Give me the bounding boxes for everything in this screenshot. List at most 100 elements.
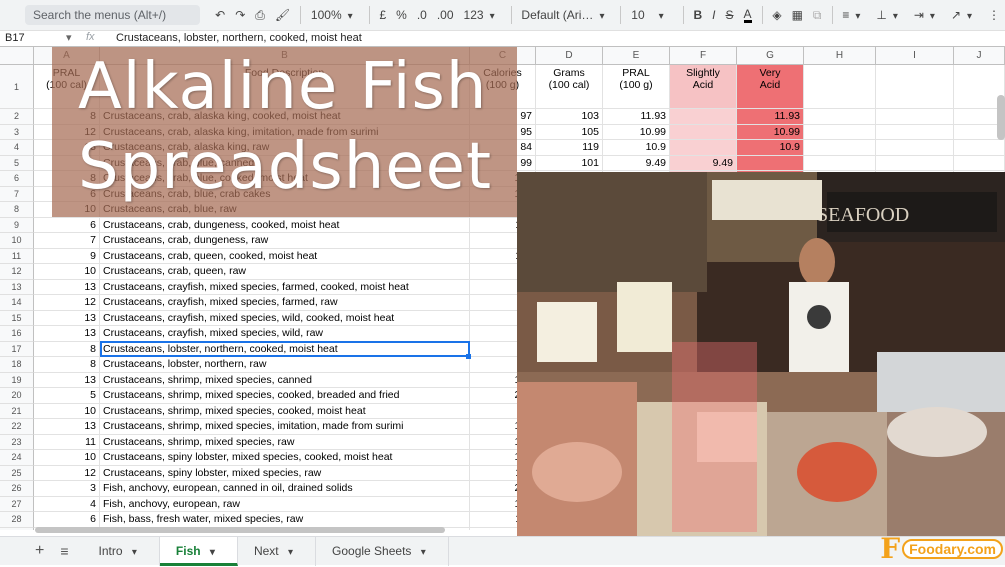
more-formats-button[interactable]: 123 ▾ [464,8,501,22]
cell-e[interactable]: 11.93 [603,109,670,125]
cell-b[interactable]: Fish, bass, fresh water, mixed species, … [100,512,470,528]
cell-b[interactable]: Crustaceans, shrimp, mixed species, raw [100,434,470,450]
increase-decimal-button[interactable]: .00 [437,8,454,22]
cell-b[interactable]: Crustaceans, crayfish, mixed species, fa… [100,295,470,311]
italic-button[interactable]: I [712,8,715,22]
cell-f[interactable] [670,109,737,125]
cell-d[interactable]: 119 [536,140,603,156]
row-header[interactable]: 20 [0,388,34,404]
name-box-dropdown-icon[interactable]: ▾ [66,31,72,44]
tab-fish[interactable]: Fish ▾ [159,536,238,566]
cell-g[interactable]: 10.9 [737,140,804,156]
column-header-G[interactable]: G [737,47,804,65]
cell-f[interactable]: 9.49 [670,155,737,171]
cell-a[interactable]: 6 [34,512,100,528]
cell-a[interactable]: 8 [34,357,100,373]
cell-b[interactable]: Crustaceans, crab, dungeness, cooked, mo… [100,217,470,233]
print-icon[interactable]: ⎙ [255,8,265,23]
cell-a[interactable]: 11 [34,434,100,450]
cell-e[interactable]: 9.49 [603,155,670,171]
row-header[interactable]: 19 [0,372,34,388]
cell-j[interactable] [954,155,1005,171]
cell-b[interactable]: Crustaceans, crayfish, mixed species, wi… [100,310,470,326]
horizontal-scrollbar[interactable] [35,527,445,533]
cell-b[interactable]: Fish, anchovy, european, canned in oil, … [100,481,470,497]
zoom-select[interactable]: 100% ▾ [311,8,359,22]
tab-next[interactable]: Next ▾ [238,536,317,566]
header-cell-g[interactable]: Very Acid [737,65,804,109]
cell-g[interactable]: 11.93 [737,109,804,125]
column-header-E[interactable]: E [603,47,670,65]
cell-a[interactable]: 13 [34,326,100,342]
cell-i[interactable] [876,155,954,171]
tab-intro[interactable]: Intro ▾ [83,536,160,566]
redo-icon[interactable]: ↷ [235,8,245,22]
cell-h[interactable] [804,155,876,171]
cell-b[interactable]: Crustaceans, crab, queen, cooked, moist … [100,248,470,264]
name-box[interactable]: B17 [5,32,75,44]
text-rotation-icon[interactable]: ↗ ▾ [951,8,978,22]
cell-i[interactable] [876,109,954,125]
row-header[interactable]: 26 [0,481,34,497]
cell-b[interactable]: Crustaceans, spiny lobster, mixed specie… [100,465,470,481]
cell-h[interactable] [804,109,876,125]
row-header[interactable]: 29 [0,527,34,530]
all-sheets-icon[interactable]: ≡ [60,543,68,559]
cell-i[interactable] [876,124,954,140]
cell-d[interactable]: 105 [536,124,603,140]
cell-a[interactable]: 7 [34,233,100,249]
row-header[interactable]: 24 [0,450,34,466]
paint-format-icon[interactable]: 🖌 [275,8,290,22]
cell-b[interactable]: Crustaceans, crayfish, mixed species, fa… [100,279,470,295]
font-size-select[interactable]: 10 ▾ [631,8,669,22]
cell-h[interactable] [804,140,876,156]
percent-button[interactable]: % [396,8,407,22]
row-header[interactable]: 25 [0,465,34,481]
bold-button[interactable]: B [693,8,702,22]
fill-handle[interactable] [466,354,471,359]
cell-g[interactable] [737,155,804,171]
cell-a[interactable]: 3 [34,481,100,497]
row-header[interactable]: 18 [0,357,34,373]
cell-a[interactable]: 4 [34,496,100,512]
cell-b[interactable]: Crustaceans, crab, dungeness, raw [100,233,470,249]
vertical-scrollbar[interactable] [997,95,1005,140]
cell-a[interactable]: 9 [34,248,100,264]
cell-b[interactable]: Crustaceans, crab, queen, raw [100,264,470,280]
cell-a[interactable]: 13 [34,419,100,435]
cell-b[interactable]: Crustaceans, lobster, northern, raw [100,357,470,373]
row-header[interactable]: 17 [0,341,34,357]
text-wrap-icon[interactable]: ⇥ ▾ [914,8,941,22]
row-header[interactable]: 1 [0,65,34,109]
decrease-decimal-button[interactable]: .0 [417,8,427,22]
cell-a[interactable]: 6 [34,217,100,233]
column-header-F[interactable]: F [670,47,737,65]
cell-a[interactable]: 13 [34,279,100,295]
cell-g[interactable]: 10.99 [737,124,804,140]
menu-search-input[interactable]: Search the menus (Alt+/) [25,5,201,25]
cell-e[interactable]: 10.9 [603,140,670,156]
column-header-J[interactable]: J [954,47,1005,65]
cell-j[interactable] [954,140,1005,156]
row-header[interactable]: 27 [0,496,34,512]
select-all-corner[interactable] [0,47,34,65]
cell-b[interactable]: Crustaceans, shrimp, mixed species, cann… [100,372,470,388]
cell-b[interactable]: Crustaceans, crayfish, mixed species, wi… [100,326,470,342]
text-color-button[interactable]: A [743,8,752,23]
cell-b[interactable]: Fish, anchovy, european, raw [100,496,470,512]
fill-color-icon[interactable]: ◈ [772,8,781,22]
strikethrough-button[interactable]: S [726,8,734,22]
cell-b[interactable]: Crustaceans, spiny lobster, mixed specie… [100,450,470,466]
header-cell-d[interactable]: Grams (100 cal) [536,65,603,109]
row-header[interactable]: 12 [0,264,34,280]
cell-d[interactable]: 101 [536,155,603,171]
header-cell-h[interactable] [804,65,876,109]
row-header[interactable]: 3 [0,124,34,140]
row-header[interactable]: 21 [0,403,34,419]
row-header[interactable]: 7 [0,186,34,202]
cell-a[interactable]: 13 [34,310,100,326]
cell-a[interactable]: 10 [34,450,100,466]
cell-b[interactable]: Crustaceans, shrimp, mixed species, imit… [100,419,470,435]
borders-icon[interactable]: ▦ [792,8,803,22]
cell-h[interactable] [804,124,876,140]
